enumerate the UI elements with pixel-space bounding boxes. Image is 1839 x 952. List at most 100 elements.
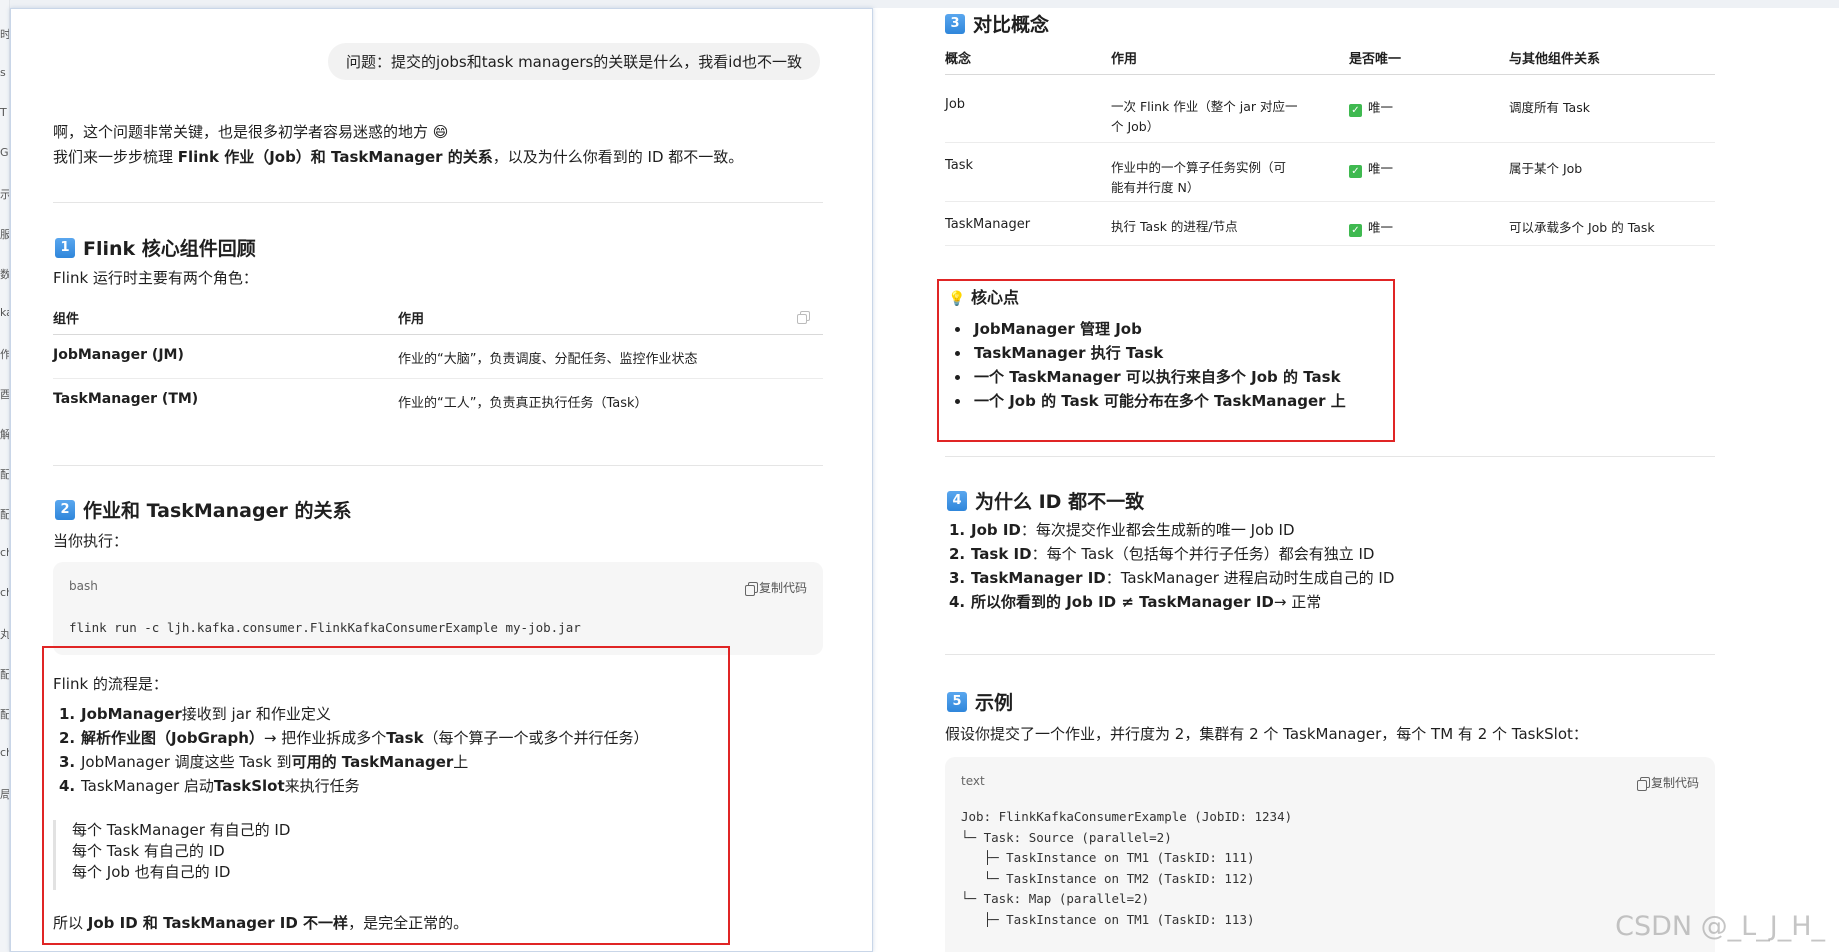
code-block-text: text 复制代码 Job: FlinkKafkaConsumerExample… [945, 757, 1715, 952]
sidebar-strip-label[interactable]: T [0, 106, 9, 119]
concept-name: Job [945, 74, 1111, 143]
section-heading-1: 1 Flink 核心组件回顾 [55, 234, 256, 261]
concept-name: TaskManager [945, 201, 1111, 246]
divider [53, 202, 823, 203]
item-term: TaskManager ID [971, 569, 1106, 587]
table-row: Task 作业中的一个算子任务实例（可 能有并行度 N） ✓ 唯一 属于某个 Job [945, 142, 1715, 202]
item-desc: ：每次提交作业都会生成新的唯一 Job ID [1020, 521, 1295, 539]
divider [53, 465, 823, 466]
role-line: 能有并行度 N） [1111, 180, 1200, 195]
role-line: 一次 Flink 作业（整个 jar 对应一 [1111, 99, 1298, 114]
item-term: Job ID [971, 521, 1021, 539]
copy-code-label: 复制代码 [1650, 776, 1699, 790]
number-badge-icon: 3 [945, 13, 965, 34]
code-block-bash: bash 复制代码 flink run -c ljh.kafka.consume… [53, 562, 823, 655]
window-top-band [0, 0, 1839, 8]
table-header-row: 概念 作用 是否唯一 与其他组件关系 [945, 42, 1715, 75]
section-title: 作业和 TaskManager 的关系 [83, 500, 352, 522]
unique-text: 唯一 [1368, 161, 1394, 176]
relation-cell: 属于某个 Job [1509, 142, 1715, 202]
section-heading-5: 5 示例 [947, 688, 1013, 715]
number-badge-icon: 2 [55, 499, 75, 520]
sidebar-strip-label[interactable]: ch [0, 746, 9, 759]
sidebar-strip-label[interactable]: G [0, 146, 9, 159]
section-heading-2: 2 作业和 TaskManager 的关系 [55, 496, 351, 523]
sidebar-strip-label[interactable]: 数 [0, 266, 9, 282]
item-number: 1. [949, 521, 966, 539]
check-icon: ✓ [1349, 224, 1362, 237]
number-badge-icon: 1 [55, 237, 75, 258]
item-desc: ：每个 Task（包括每个并行子任务）都会有独立 ID [1031, 545, 1375, 563]
sidebar-strip-label[interactable]: 丸 [0, 626, 9, 642]
sidebar-strip-label[interactable]: 配 [0, 506, 9, 522]
sidebar-strip-label[interactable]: 配 [0, 666, 9, 682]
unique-text: 唯一 [1368, 220, 1394, 235]
concept-name: Task [945, 142, 1111, 202]
concept-role: 执行 Task 的进程/节点 [1111, 201, 1349, 246]
item-number: 2. [949, 545, 966, 563]
table-header-cell: 是否唯一 [1349, 42, 1509, 75]
sidebar-strip-label[interactable]: ch [0, 546, 9, 559]
sidebar-strip-label[interactable]: 局 [0, 786, 9, 802]
component-role: 作业的“工人”，负责真正执行任务（Task） [398, 396, 648, 411]
list-item: 4. 所以你看到的 Job ID ≠ TaskManager ID → 正常 [943, 590, 1394, 614]
table-header-cell: 作用 [398, 302, 823, 335]
table-header-row: 组件 作用 [53, 302, 823, 335]
sidebar-strip-label[interactable]: 配 [0, 466, 9, 482]
copy-code-button[interactable]: 复制代码 [1636, 774, 1699, 791]
concept-role: 一次 Flink 作业（整个 jar 对应一个 Job） [1111, 74, 1349, 143]
table-row: Job 一次 Flink 作业（整个 jar 对应一个 Job） ✓ 唯一 调度所有 T… [945, 74, 1715, 143]
role-line: 个 Job） [1111, 119, 1160, 134]
highlight-box-flow [42, 646, 730, 945]
concept-role: 作业中的一个算子任务实例（可 能有并行度 N） [1111, 142, 1349, 202]
item-term: Task ID [971, 545, 1032, 563]
relation-cell: 可以承载多个 Job 的 Task [1509, 201, 1715, 246]
component-name: TaskManager (TM) [53, 391, 199, 407]
list-item: 1. Job ID ：每次提交作业都会生成新的唯一 Job ID [943, 518, 1394, 542]
item-desc: → 正常 [1273, 593, 1322, 611]
table-header-cell: 与其他组件关系 [1509, 42, 1715, 75]
item-term: 所以你看到的 Job ID ≠ TaskManager ID [971, 593, 1274, 611]
section-heading-4: 4 为什么 ID 都不一致 [947, 487, 1144, 514]
component-role: 作业的“大脑”，负责调度、分配任务、监控作业状态 [398, 334, 823, 379]
code-line: └─ Task: Source (parallel=2) [961, 829, 1172, 845]
user-question-bubble: 问题：提交的jobs和task managers的关联是什么，我看id也不一致 [328, 43, 820, 80]
code-line: └─ Task: Map (parallel=2) [961, 891, 1150, 906]
section-title: 对比概念 [973, 14, 1050, 36]
sidebar-strip-label[interactable]: 配 [0, 706, 9, 722]
sidebar-strip-label[interactable]: 服 [0, 226, 9, 242]
highlight-box-keypoint [937, 279, 1395, 442]
sidebar-strip-label[interactable]: 酉 [0, 386, 9, 402]
sidebar-strip-label[interactable]: 作 [0, 346, 9, 362]
check-icon: ✓ [1349, 104, 1362, 117]
code-text: Job: FlinkKafkaConsumerExample (JobID: 1… [961, 807, 1292, 930]
chat-panel-left: 问题：提交的jobs和task managers的关联是什么，我看id也不一致 … [10, 8, 873, 952]
code-line: └─ TaskInstance on TM2 (TaskID: 112) [961, 870, 1255, 886]
sidebar-strip: 时sTG示服数ka作酉解配配chch丸配配ch局 [0, 0, 10, 952]
sidebar-strip-label[interactable]: ch [0, 586, 9, 599]
check-icon: ✓ [1349, 165, 1362, 178]
list-item: 2. Task ID ：每个 Task（包括每个并行子任务）都会有独立 ID [943, 542, 1394, 566]
sidebar-strip-label[interactable]: ka [0, 306, 9, 319]
sidebar-strip-label[interactable]: 解 [0, 426, 9, 442]
divider [945, 654, 1715, 655]
id-reasons-list: 1. Job ID ：每次提交作业都会生成新的唯一 Job ID 2. Task ID：… [943, 518, 1394, 614]
sidebar-strip-label[interactable]: 示 [0, 186, 9, 202]
csdn-watermark: CSDN @_L_J_H_ [1615, 911, 1825, 942]
section-lead: 当你执行： [53, 532, 129, 550]
role-line: 执行 Task 的进程/节点 [1111, 219, 1238, 234]
sidebar-strip-label[interactable]: s [0, 66, 9, 79]
code-text: flink run -c ljh.kafka.consumer.FlinkKaf… [69, 620, 581, 635]
section-title: 示例 [975, 692, 1014, 714]
code-line: Job: FlinkKafkaConsumerExample (JobID: 1… [961, 809, 1293, 824]
section-lead: Flink 运行时主要有两个角色： [53, 269, 258, 287]
table-copy-icon[interactable] [797, 311, 810, 324]
comparison-table: 概念 作用 是否唯一 与其他组件关系 Job 一次 Flink 作业（整个 jar… [945, 42, 1715, 246]
relation-cell: 调度所有 Task [1509, 74, 1715, 143]
table-row: TaskManager (TM) 作业的“工人”，负责真正执行任务（Task） [53, 379, 823, 423]
table-header-cell: 作用 [1111, 42, 1349, 75]
section-title: 为什么 ID 都不一致 [975, 491, 1145, 513]
sidebar-strip-label[interactable]: 时 [0, 26, 9, 42]
code-language-label: text [961, 774, 985, 788]
copy-code-button[interactable]: 复制代码 [744, 579, 807, 596]
